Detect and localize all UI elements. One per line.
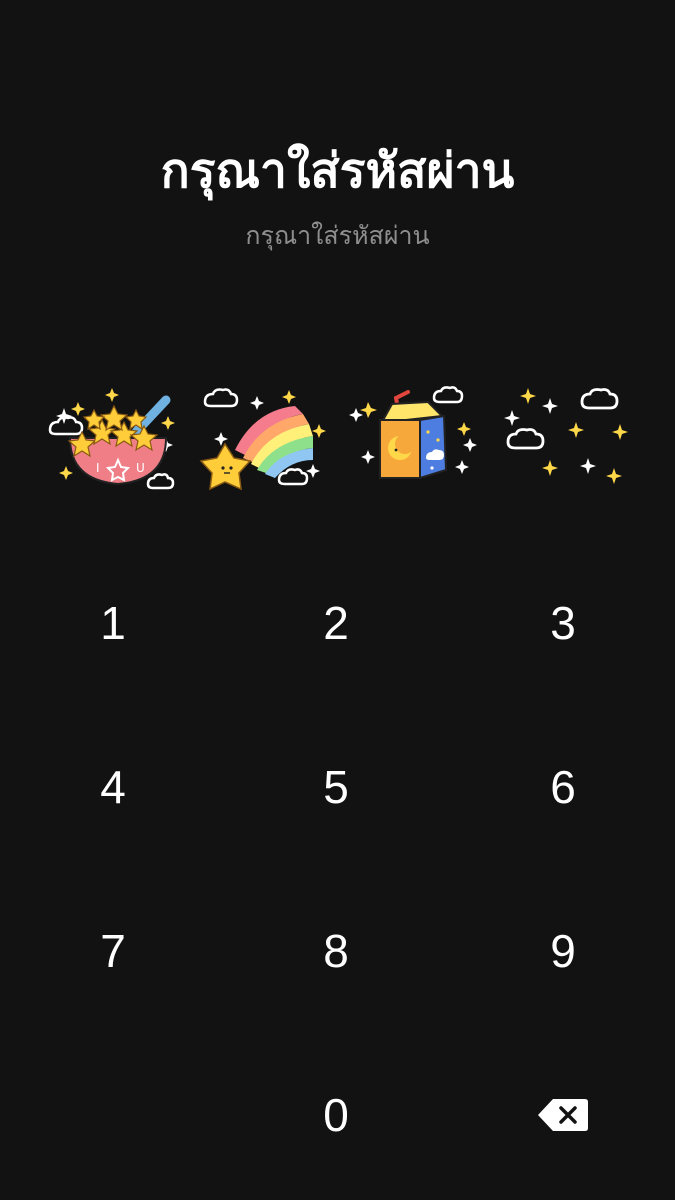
juice-box-sticker-icon	[346, 380, 486, 500]
svg-text:I: I	[96, 461, 100, 475]
page-title: กรุณาใส่รหัสผ่าน	[160, 143, 515, 199]
passcode-screen: กรุณาใส่รหัสผ่าน กรุณาใส่รหัสผ่าน I U 1 …	[0, 0, 675, 1200]
svg-text:U: U	[136, 461, 145, 475]
key-7[interactable]: 7	[33, 886, 193, 1016]
clouds-sparkles-sticker-icon	[496, 380, 636, 500]
backspace-button[interactable]	[483, 1050, 643, 1180]
key-6[interactable]: 6	[483, 722, 643, 852]
page-subtitle: กรุณาใส่รหัสผ่าน	[245, 221, 430, 250]
key-8[interactable]: 8	[256, 886, 416, 1016]
key-empty	[33, 1050, 193, 1180]
number-keypad: 1 2 3 4 5 6 7 8 9 0	[0, 540, 675, 1200]
backspace-icon	[537, 1097, 589, 1133]
cereal-bowl-sticker-icon: I U	[44, 380, 184, 500]
key-5[interactable]: 5	[256, 722, 416, 852]
key-4[interactable]: 4	[33, 722, 193, 852]
key-0[interactable]: 0	[256, 1050, 416, 1180]
pin-indicator: I U	[0, 380, 675, 500]
key-2[interactable]: 2	[256, 558, 416, 688]
rainbow-shooting-star-sticker-icon	[195, 380, 335, 500]
key-3[interactable]: 3	[483, 558, 643, 688]
key-9[interactable]: 9	[483, 886, 643, 1016]
key-1[interactable]: 1	[33, 558, 193, 688]
